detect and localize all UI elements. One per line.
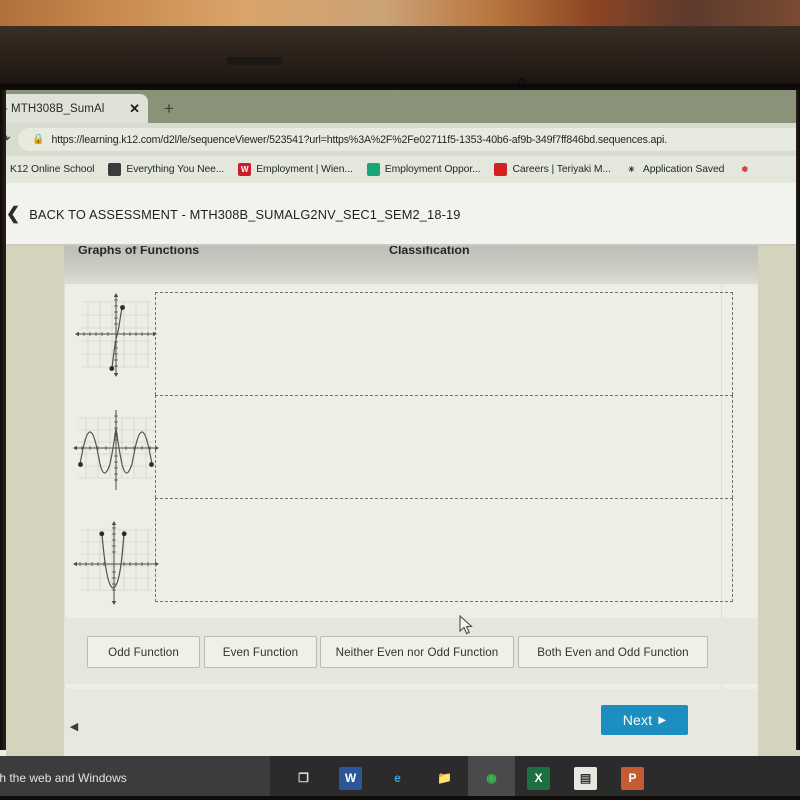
address-bar[interactable]: 🔒 https://learning.k12.com/d2l/le/sequen… (18, 128, 800, 151)
red-circle-icon (494, 163, 508, 176)
browser-toolbar: ⟳ 🔒 https://learning.k12.com/d2l/le/sequ… (0, 123, 800, 156)
bookmark-item-6[interactable]: ✽ (738, 163, 756, 176)
bookmark-label: Careers | Teriyaki M... (512, 164, 611, 175)
circle-icon (108, 163, 122, 176)
w-icon: W (238, 163, 252, 176)
address-bar-url: https://learning.k12.com/d2l/le/sequence… (51, 133, 668, 146)
answer-tile-neither-even-nor-odd[interactable]: Neither Even nor Odd Function (320, 636, 514, 668)
bookmark-item-3[interactable]: Employment Oppor... (366, 163, 481, 176)
more-icon: ✽ (741, 165, 749, 174)
back-to-assessment-link[interactable]: ❮ BACK TO ASSESSMENT - MTH308B_SUMALG2NV… (6, 204, 461, 224)
excel-icon-glyph: X (527, 766, 550, 790)
answer-tile-both-even-and-odd[interactable]: Both Even and Odd Function (518, 636, 708, 668)
drop-zone-3[interactable] (155, 498, 733, 602)
drop-zone-2[interactable] (155, 395, 733, 498)
classification-column-header: Classification (389, 246, 470, 257)
windows-taskbar: th the web and Windows ❐ We 📁 ◉ X ▤ P (0, 756, 800, 800)
chrome-icon-glyph: ◉ (486, 771, 497, 785)
previous-arrow-icon[interactable]: ◀ (65, 717, 83, 735)
store-icon-glyph: ▤ (574, 766, 597, 790)
graph-parabola-even[interactable] (72, 516, 160, 610)
taskbar-icon-group: ❐ We 📁 ◉ X ▤ P (280, 756, 656, 800)
bookmarks-bar: 12K12 Online School Everything You Nee...… (0, 156, 800, 183)
laptop-bottom-edge (0, 796, 800, 800)
answer-tile-even-function[interactable]: Even Function (204, 636, 317, 668)
bezel-hinge-tab (227, 57, 282, 65)
column-header-band: Graphs of Functions Classification (64, 246, 758, 284)
question-body: Graphs of Functions Classification Odd F… (0, 246, 800, 760)
next-arrow-icon: ▶ (658, 714, 667, 726)
bookmark-label: Application Saved (642, 164, 725, 175)
excel-icon[interactable]: X (515, 756, 562, 800)
file-explorer-icon-glyph: 📁 (437, 771, 452, 785)
file-explorer-icon[interactable]: 📁 (421, 756, 468, 800)
screen-right-edge (796, 90, 800, 750)
lock-icon: 🔒 (32, 134, 45, 145)
bookmark-item-4[interactable]: Careers | Teriyaki M... (494, 163, 611, 176)
powerpoint-icon[interactable]: P (609, 756, 656, 800)
right-margin-strip (758, 246, 800, 760)
bookmark-label: Everything You Nee... (126, 164, 225, 175)
chevron-left-icon: ❮ (6, 204, 21, 223)
word-icon[interactable]: W (327, 756, 374, 800)
windows-search-box[interactable]: th the web and Windows (0, 756, 270, 800)
bookmark-item-0[interactable]: 12K12 Online School (0, 163, 94, 176)
windows-search-placeholder: th the web and Windows (0, 771, 127, 785)
bookmark-item-2[interactable]: W Employment | Wien... (238, 163, 353, 176)
bookmark-item-5[interactable]: ☀ Application Saved (625, 163, 725, 176)
close-icon[interactable]: ✕ (129, 101, 140, 117)
laptop-bezel (0, 26, 800, 91)
next-button[interactable]: Next ▶ (601, 705, 688, 735)
graph-cosine-even[interactable] (72, 402, 160, 496)
back-to-assessment-label: BACK TO ASSESSMENT - MTH308B_SUMALG2NV_S… (29, 206, 461, 222)
drop-zone-1[interactable] (155, 292, 733, 395)
bottle-icon (366, 163, 380, 176)
bookmark-label: Employment | Wien... (256, 164, 353, 175)
bookmark-label: Employment Oppor... (384, 164, 481, 175)
graph-cubic-odd[interactable] (72, 288, 160, 382)
graph-column (72, 288, 160, 630)
next-button-label: Next (622, 712, 653, 728)
answer-tile-odd-function[interactable]: Odd Function (87, 636, 200, 668)
assessment-header: ❮ BACK TO ASSESSMENT - MTH308B_SUMALG2NV… (0, 183, 800, 245)
browser-tab-strip: it Test - MTH308B_SumAl ✕ + (0, 90, 800, 123)
browser-tab-title: it Test - MTH308B_SumAl (0, 102, 105, 115)
internet-explorer-icon-glyph: e (394, 771, 401, 785)
browser-tab[interactable]: it Test - MTH308B_SumAl ✕ (0, 94, 148, 123)
internet-explorer-icon[interactable]: e (374, 756, 421, 800)
question-footer: ◀ Next ▶ (64, 689, 758, 760)
screen-left-edge (0, 90, 6, 750)
task-view-icon[interactable]: ❐ (280, 756, 327, 800)
question-card: Graphs of Functions Classification Odd F… (64, 246, 758, 760)
word-icon-glyph: W (339, 766, 362, 790)
bulb-icon: ☀ (627, 165, 635, 174)
bookmark-item-1[interactable]: Everything You Nee... (108, 163, 224, 176)
chrome-icon[interactable]: ◉ (468, 756, 515, 800)
drop-zone-group (155, 292, 733, 602)
task-view-icon-glyph: ❐ (298, 771, 309, 785)
store-icon[interactable]: ▤ (562, 756, 609, 800)
new-tab-icon[interactable]: + (159, 99, 179, 119)
graphs-column-header: Graphs of Functions (78, 246, 200, 257)
laptop-photo: it Test - MTH308B_SumAl ✕ + ⟳ 🔒 https://… (0, 0, 800, 800)
left-margin-strip (6, 246, 64, 760)
laptop-screen: it Test - MTH308B_SumAl ✕ + ⟳ 🔒 https://… (0, 90, 800, 760)
bookmark-label: K12 Online School (10, 164, 95, 175)
powerpoint-icon-glyph: P (621, 766, 644, 790)
answer-tile-strip: Odd Function Even Function Neither Even … (64, 618, 758, 684)
